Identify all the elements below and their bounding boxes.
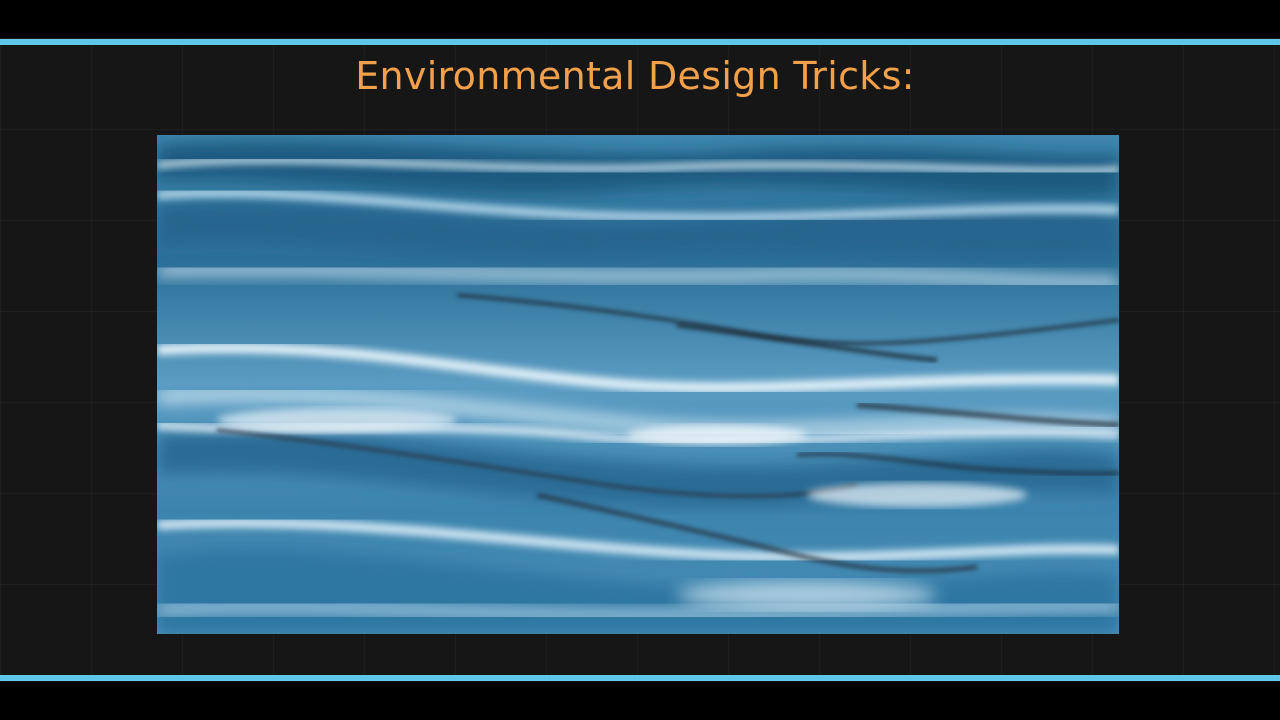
- water-waves-illustration: [157, 135, 1119, 634]
- water-waves-photo: [157, 135, 1119, 634]
- top-accent-line: [0, 39, 1280, 45]
- bottom-accent-line: [0, 675, 1280, 681]
- slide-title: Environmental Design Tricks:: [355, 54, 915, 98]
- video-frame: Environmental Design Tricks:: [0, 0, 1280, 720]
